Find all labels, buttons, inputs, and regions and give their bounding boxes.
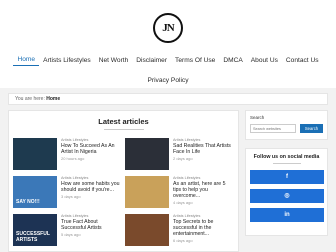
article-card[interactable]: SUCCESSFUL ARTISTS Artists Lifestyles True…	[13, 214, 121, 248]
article-title[interactable]: True Fact About Successful Artists	[61, 219, 121, 231]
search-row: Search	[250, 124, 323, 133]
site-header: JN Home Artists Lifestyles Net Worth Dis…	[0, 0, 336, 88]
instagram-icon: ◎	[284, 193, 290, 199]
breadcrumb-current[interactable]: Home	[46, 96, 60, 102]
facebook-button[interactable]: f	[250, 170, 324, 184]
article-title[interactable]: As an artist, here are 5 tips to help yo…	[173, 181, 233, 199]
nav-row-1: Home Artists Lifestyles Net Worth Discla…	[0, 54, 336, 66]
article-thumbnail[interactable]: SUCCESSFUL ARTISTS	[13, 214, 57, 246]
article-card[interactable]: Artists Lifestyles Sad Realities That Art…	[125, 138, 233, 172]
article-thumbnail[interactable]: SAY NO!!!	[13, 176, 57, 208]
logo-text: JN	[162, 22, 174, 34]
search-input[interactable]	[250, 124, 296, 133]
search-button[interactable]: Search	[300, 124, 323, 133]
social-divider	[272, 163, 301, 164]
article-category[interactable]: Artists Lifestyles	[61, 176, 121, 180]
article-title[interactable]: Top Secrets to be successful in the ente…	[173, 219, 233, 237]
nav-item-privacy-policy[interactable]: Privacy Policy	[143, 75, 192, 86]
title-divider	[103, 129, 144, 130]
main-nav: Home Artists Lifestyles Net Worth Discla…	[0, 54, 336, 86]
article-body: Artists Lifestyles As an artist, here are…	[173, 176, 233, 205]
article-card[interactable]: Artists Lifestyles As an artist, here are…	[125, 176, 233, 210]
breadcrumb-prefix: You are here:	[15, 96, 45, 102]
article-thumbnail[interactable]	[125, 138, 169, 170]
article-date: 6 days ago	[173, 238, 193, 243]
article-category[interactable]: Artists Lifestyles	[173, 138, 233, 142]
article-title[interactable]: How To Succeed As An Artist In Nigeria	[61, 143, 121, 155]
article-card[interactable]: Artists Lifestyles How To Succeed As An A…	[13, 138, 121, 172]
nav-item-about-us[interactable]: About Us	[247, 55, 282, 66]
article-date: 5 days ago	[61, 232, 81, 237]
nav-item-contact-us[interactable]: Contact Us	[282, 55, 323, 66]
article-category[interactable]: Artists Lifestyles	[61, 138, 121, 142]
nav-item-artists-lifestyles[interactable]: Artists Lifestyles	[39, 55, 95, 66]
nav-item-net-worth[interactable]: Net Worth	[95, 55, 133, 66]
linkedin-icon: in	[284, 212, 290, 218]
article-card[interactable]: SAY NO!!! Artists Lifestyles How are some …	[13, 176, 121, 210]
article-date: 3 days ago	[61, 194, 81, 199]
site-logo[interactable]: JN	[153, 13, 183, 43]
article-title[interactable]: How are some habits you should avoid if …	[61, 181, 121, 193]
article-body: Artists Lifestyles Sad Realities That Art…	[173, 138, 233, 161]
article-thumbnail[interactable]	[125, 214, 169, 246]
latest-articles-title: Latest articles	[98, 117, 149, 126]
article-body: Artists Lifestyles How are some habits yo…	[61, 176, 121, 199]
article-thumbnail[interactable]	[125, 176, 169, 208]
article-category[interactable]: Artists Lifestyles	[173, 176, 233, 180]
article-card[interactable]: Artists Lifestyles Top Secrets to be succ…	[125, 214, 233, 248]
nav-item-home[interactable]: Home	[13, 54, 40, 66]
thumbnail-caption: SAY NO!!!	[16, 198, 40, 205]
article-date: 2 days ago	[173, 156, 193, 161]
article-category[interactable]: Artists Lifestyles	[61, 214, 121, 218]
article-date: 20 hours ago	[61, 156, 85, 161]
sidebar: Search Search Follow us on social media …	[245, 110, 328, 236]
article-body: Artists Lifestyles True Fact About Succes…	[61, 214, 121, 237]
article-thumbnail[interactable]	[13, 138, 57, 170]
linkedin-button[interactable]: in	[250, 208, 324, 222]
thumbnail-caption: SUCCESSFUL ARTISTS	[16, 231, 50, 243]
search-widget: Search Search	[245, 110, 328, 140]
article-body: Artists Lifestyles How To Succeed As An A…	[61, 138, 121, 161]
search-label: Search	[250, 115, 265, 120]
nav-item-dmca[interactable]: DMCA	[219, 55, 246, 66]
instagram-button[interactable]: ◎	[250, 189, 324, 203]
article-title[interactable]: Sad Realities That Artists Face In Life	[173, 143, 233, 155]
nav-item-terms-of-use[interactable]: Terms Of Use	[171, 55, 219, 66]
breadcrumb: You are here: Home	[8, 93, 328, 105]
social-widget: Follow us on social media f ◎ in	[245, 148, 328, 236]
article-body: Artists Lifestyles Top Secrets to be succ…	[173, 214, 233, 243]
nav-row-2: Privacy Policy	[0, 75, 336, 86]
latest-articles-panel: Latest articles Artists Lifestyles How To…	[8, 110, 239, 252]
article-date: 4 days ago	[173, 200, 193, 205]
social-title: Follow us on social media	[253, 154, 320, 160]
facebook-icon: f	[286, 174, 288, 180]
article-category[interactable]: Artists Lifestyles	[173, 214, 233, 218]
nav-item-disclaimer[interactable]: Disclaimer	[132, 55, 171, 66]
